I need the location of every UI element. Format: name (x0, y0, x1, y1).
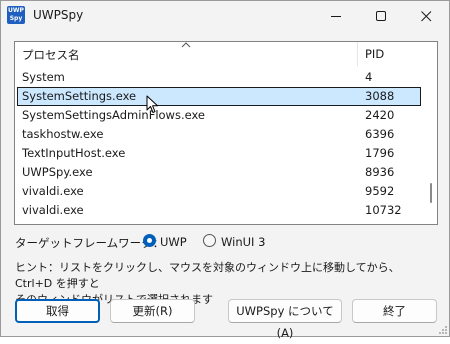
radio-uwp-label[interactable]: UWP (160, 235, 187, 249)
vertical-scrollbar[interactable] (425, 66, 437, 224)
process-name: UWPSpy.exe (22, 165, 93, 179)
process-name: SystemSettingsAdminFlows.exe (22, 108, 206, 122)
process-pid: 9592 (365, 184, 395, 198)
sort-ascending-icon (181, 42, 191, 48)
close-icon (421, 11, 432, 22)
close-button[interactable] (404, 1, 448, 31)
resize-grip-icon[interactable] (437, 324, 448, 335)
column-header-process-name[interactable]: プロセス名 (15, 42, 358, 66)
app-icon: UWP Spy (7, 6, 25, 24)
process-pid: 6396 (365, 127, 395, 141)
radio-winui3[interactable] (203, 234, 216, 247)
list-row[interactable]: System 4 (17, 68, 421, 87)
process-pid: 10732 (365, 203, 402, 217)
process-pid: 8936 (365, 165, 395, 179)
list-row[interactable]: UWPSpy.exe 8936 (17, 163, 421, 182)
process-pid: 2420 (365, 108, 395, 122)
list-row[interactable]: TextInputHost.exe 1796 (17, 144, 421, 163)
exit-button[interactable]: 終了 (352, 299, 437, 323)
list-row[interactable]: taskhostw.exe 6396 (17, 125, 421, 144)
process-list[interactable]: プロセス名 PID System 4 SystemSettings.exe 30… (14, 41, 438, 225)
mouse-pointer-icon (146, 95, 158, 113)
process-name: TextInputHost.exe (22, 146, 126, 160)
maximize-button[interactable] (359, 1, 403, 31)
list-row[interactable]: vivaldi.exe 9592 (17, 182, 421, 201)
target-framework-group: ターゲットフレームワーク： UWP WinUI 3 (15, 234, 315, 250)
target-framework-label: ターゲットフレームワーク： (15, 236, 165, 250)
process-name: SystemSettings.exe (22, 89, 137, 103)
process-pid: 3088 (365, 89, 395, 103)
minimize-button[interactable] (314, 1, 358, 31)
radio-uwp[interactable] (143, 234, 156, 247)
maximize-icon (376, 11, 386, 21)
about-button[interactable]: UWPSpy について(A) (228, 299, 342, 340)
scrollbar-thumb[interactable] (430, 183, 432, 203)
list-row[interactable]: vivaldi.exe 10732 (17, 201, 421, 220)
list-rows: System 4 SystemSettings.exe 3088 SystemS… (15, 68, 425, 220)
minimize-icon (331, 16, 341, 17)
list-header: プロセス名 PID (15, 42, 437, 66)
radio-winui3-label[interactable]: WinUI 3 (221, 235, 265, 249)
refresh-button[interactable]: 更新(R) (110, 299, 195, 323)
process-name: vivaldi.exe (22, 203, 84, 217)
column-header-pid[interactable]: PID (359, 42, 425, 66)
list-row-selected[interactable]: SystemSettings.exe 3088 (17, 87, 421, 106)
process-name: System (22, 70, 65, 84)
title-bar[interactable]: UWP Spy UWPSpy (1, 1, 449, 31)
window-title: UWPSpy (33, 8, 84, 22)
process-name: taskhostw.exe (22, 127, 104, 141)
process-pid: 1796 (365, 146, 395, 160)
get-button[interactable]: 取得 (15, 299, 100, 323)
uwpspy-window: UWP Spy UWPSpy プロセス名 PID System 4 System… (0, 0, 450, 340)
process-name: vivaldi.exe (22, 184, 84, 198)
process-pid: 4 (365, 70, 373, 84)
list-row[interactable]: SystemSettingsAdminFlows.exe 2420 (17, 106, 421, 125)
